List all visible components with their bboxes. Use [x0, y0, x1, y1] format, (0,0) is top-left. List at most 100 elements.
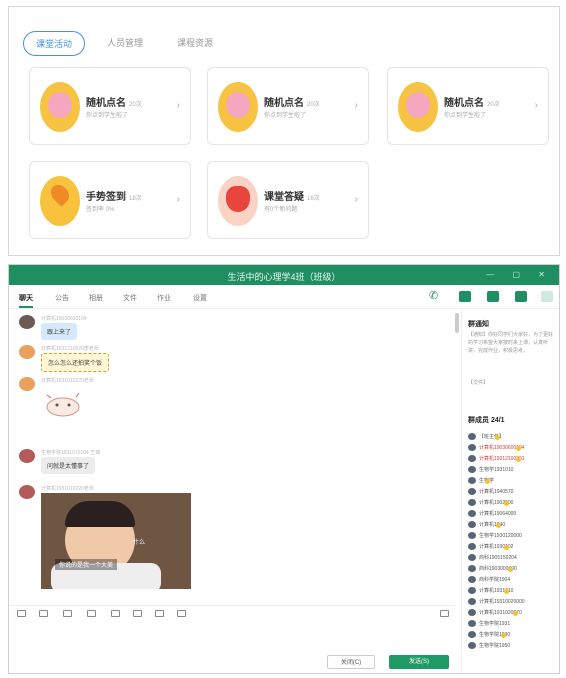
- card-count: 16次: [307, 196, 320, 202]
- message-scrollbar[interactable]: [455, 313, 459, 333]
- avatar: [468, 631, 476, 639]
- member-item[interactable]: 计算机1902000: [468, 499, 513, 508]
- tab-settings[interactable]: 设置: [193, 293, 207, 303]
- member-item[interactable]: 计算机1940570: [468, 488, 513, 497]
- member-item[interactable]: 计算机1930102: [468, 543, 513, 552]
- notice-title: 群通知: [468, 321, 489, 328]
- history-icon[interactable]: [440, 610, 449, 617]
- member-item[interactable]: 生物学院1930: [468, 631, 510, 640]
- card-subtitle: 签到率 0%: [86, 207, 115, 213]
- card-count: 20次: [487, 102, 500, 108]
- message-bubble: 怎么怎么还拍笑个饭: [41, 353, 110, 372]
- notice-footer: 【文件】: [468, 380, 489, 386]
- member-item[interactable]: 生物学院1950: [468, 642, 510, 651]
- member-item[interactable]: 商科1905150204: [468, 554, 517, 563]
- activity-card-roll-call-1[interactable]: 随机点名 20次 你点到学生啦了 ›: [29, 67, 191, 145]
- member-name: 生物学1931010: [479, 467, 514, 473]
- scissors-icon[interactable]: [63, 610, 72, 617]
- avatar: [468, 444, 476, 452]
- tab-album[interactable]: 相册: [89, 293, 103, 303]
- member-name: 生物学院1931: [479, 621, 511, 627]
- card-subtitle: 你点到学生啦了: [264, 113, 307, 119]
- owl-avatar-icon: [398, 82, 438, 132]
- send-button[interactable]: 发送(S): [389, 655, 449, 669]
- member-name: 计算机1940: [479, 522, 506, 528]
- chevron-right-icon: ›: [176, 194, 180, 205]
- member-item[interactable]: 计算机19310020000: [468, 598, 525, 607]
- chevron-right-icon: ›: [534, 100, 538, 111]
- tab-homework[interactable]: 作业: [157, 293, 171, 303]
- message-sender: 计算机1931010220老师: [41, 378, 94, 384]
- member-item[interactable]: 计算机19312100201: [468, 455, 525, 464]
- screen-share-icon[interactable]: [487, 291, 499, 302]
- activity-card-roll-call-3[interactable]: 随机点名 20次 你点到学生啦了 ›: [387, 67, 549, 145]
- more-icon[interactable]: [541, 291, 553, 302]
- close-button[interactable]: 关闭(C): [327, 655, 375, 669]
- chat-icon[interactable]: [155, 610, 164, 617]
- message-sender: 计算机1931210020李老师: [41, 346, 99, 352]
- fox-avatar-icon: [218, 176, 258, 226]
- chevron-right-icon: ›: [176, 100, 180, 111]
- member-name: 生物学院1950: [479, 643, 511, 649]
- member-name: 计算机1940570: [479, 489, 514, 495]
- activity-card-roll-call-2[interactable]: 随机点名 20次 你点到学生啦了 ›: [207, 67, 369, 145]
- member-name: 【班主任】: [479, 434, 505, 440]
- member-item[interactable]: 生物学1931010: [468, 466, 513, 475]
- chat-nav: 聊天 公告 相册 文件 作业 设置 ✆: [9, 285, 559, 309]
- members-title: 群成员 24/1: [468, 417, 505, 424]
- avatar: [468, 587, 476, 595]
- member-item[interactable]: 计算机19064000: [468, 510, 516, 519]
- record-icon[interactable]: [515, 291, 527, 302]
- avatar: [468, 642, 476, 650]
- card-title: 随机点名: [444, 98, 484, 109]
- member-item[interactable]: 生物学院1931: [468, 620, 510, 629]
- online-badge: [485, 479, 491, 484]
- avatar: [468, 609, 476, 617]
- video-icon[interactable]: [459, 291, 471, 302]
- tab-activities[interactable]: 课堂活动: [23, 31, 86, 56]
- emoji-icon[interactable]: [17, 610, 26, 617]
- chevron-right-icon: ›: [354, 100, 358, 111]
- phone-icon[interactable]: ✆: [429, 289, 441, 302]
- card-title: 随机点名: [264, 98, 304, 109]
- member-item[interactable]: 计算机1931010: [468, 587, 513, 596]
- avatar: [468, 620, 476, 628]
- member-item[interactable]: 生物学1930120000: [468, 532, 522, 541]
- tab-members[interactable]: 人员管理: [95, 31, 155, 56]
- avatar: [468, 554, 476, 562]
- message-sender: 计算机19030600104: [41, 316, 87, 322]
- message-bubble: 跟上来了: [41, 323, 78, 340]
- member-item[interactable]: 生物学: [468, 477, 494, 486]
- group-chat-window: 生活中的心理学4班（班级） — ▢ ✕ 聊天 公告 相册 文件 作业 设置 ✆ …: [8, 264, 560, 674]
- avatar: [19, 485, 35, 499]
- tab-files[interactable]: 文件: [123, 293, 137, 303]
- more-tools-icon[interactable]: [177, 610, 186, 617]
- image-icon[interactable]: [111, 610, 120, 617]
- gif-icon[interactable]: [39, 610, 48, 617]
- message-bubble: 问就是太懂事了: [41, 457, 96, 474]
- folder-icon[interactable]: [87, 610, 96, 617]
- member-name: 计算机19064000: [479, 511, 517, 517]
- title-bar: 生活中的心理学4班（班级） — ▢ ✕: [9, 265, 559, 285]
- member-item[interactable]: 【班主任】: [468, 433, 504, 442]
- member-item[interactable]: 计算机1931020070: [468, 609, 522, 618]
- member-item[interactable]: 商科1903000600: [468, 565, 517, 574]
- online-badge: [495, 435, 501, 440]
- member-name: 计算机19310020000: [479, 599, 525, 605]
- member-item[interactable]: 商科学院1904: [468, 576, 510, 585]
- screen-icon[interactable]: [133, 610, 142, 617]
- window-controls[interactable]: — ▢ ✕: [486, 270, 553, 279]
- tab-chat[interactable]: 聊天: [19, 293, 33, 308]
- avatar: [468, 510, 476, 518]
- member-item[interactable]: 计算机19030600104: [468, 444, 525, 453]
- activity-card-q-and-a[interactable]: 课堂答疑 16次 有0个新问题 ›: [207, 161, 369, 239]
- avatar: [468, 598, 476, 606]
- member-name: 商科学院1904: [479, 577, 511, 583]
- avatar: [19, 345, 35, 359]
- tab-resources[interactable]: 课程资源: [165, 31, 225, 56]
- avatar: [468, 543, 476, 551]
- activity-card-gesture-sign-in[interactable]: 手势签到 18次 签到率 0% ›: [29, 161, 191, 239]
- tab-announcement[interactable]: 公告: [55, 293, 69, 303]
- photo-message[interactable]: 什么 你说的是我一个大美: [41, 493, 191, 589]
- member-item[interactable]: 计算机1940: [468, 521, 505, 530]
